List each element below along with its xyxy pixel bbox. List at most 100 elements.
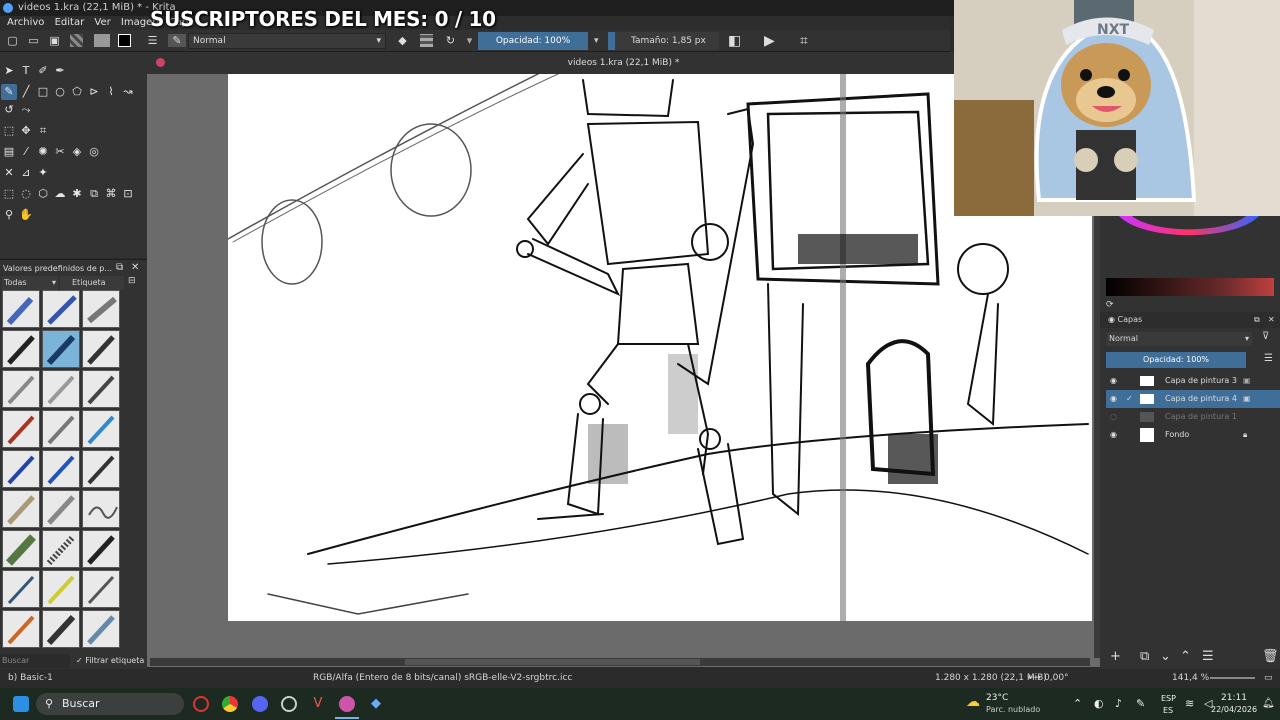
layer-row-hidden[interactable]: ○ Capa de pintura 1	[1106, 408, 1280, 426]
wrap-around-icon[interactable]: ⌗	[800, 33, 808, 49]
brush-preset-charcoal[interactable]	[42, 490, 80, 528]
brush-preset-basic-selected[interactable]	[42, 330, 80, 368]
weather-desc[interactable]: Parc. nublado	[986, 705, 1040, 714]
chrome-icon[interactable]	[222, 696, 238, 712]
eye-icon[interactable]: ◉	[1110, 426, 1117, 444]
multibrush-tool-icon[interactable]: ⤳	[18, 102, 34, 118]
eye-closed-icon[interactable]: ○	[1110, 408, 1117, 426]
size-slider-fill[interactable]	[608, 32, 615, 50]
freehand-brush-tool-icon[interactable]: ✎	[1, 84, 17, 100]
bezier-select-tool-icon[interactable]: ⌘	[103, 186, 119, 202]
hamburger-menu-icon[interactable]: ☰	[146, 34, 159, 47]
polygon-tool-icon[interactable]: ⬠	[69, 84, 85, 100]
move-layer-up-icon[interactable]: ⌃	[1180, 648, 1191, 666]
magnetic-select-tool-icon[interactable]: ⊡	[120, 186, 136, 202]
menu-ver[interactable]: Ver	[94, 17, 110, 28]
brush-preset-ink-black[interactable]	[2, 330, 40, 368]
color-shade-strip[interactable]	[1106, 278, 1274, 296]
brush-preset-marker-red[interactable]	[2, 410, 40, 448]
brush-preset-dark-marker[interactable]	[82, 530, 120, 568]
language-bottom[interactable]: ES	[1163, 706, 1173, 715]
brush-preset-hatch[interactable]	[42, 530, 80, 568]
brush-preset-squiggle[interactable]	[82, 490, 120, 528]
polyline-tool-icon[interactable]: ⊳	[86, 84, 102, 100]
brush-preset-bristle[interactable]	[42, 610, 80, 648]
add-layer-icon[interactable]: +	[1110, 648, 1121, 666]
scrollbar-thumb[interactable]	[405, 659, 700, 665]
brush-preset-pastel[interactable]	[2, 490, 40, 528]
pattern-icon[interactable]	[94, 34, 110, 47]
save-icon[interactable]: ▣	[48, 34, 61, 47]
move-layer-down-icon[interactable]: ⌄	[1160, 648, 1171, 666]
brush-preset-pen-blue-2[interactable]	[2, 450, 40, 488]
wifi-icon[interactable]: ≋	[1185, 697, 1194, 710]
layer-properties-icon[interactable]: ☰	[1202, 648, 1214, 666]
smart-patch-tool-icon[interactable]: ✂	[52, 144, 68, 160]
duplicate-layer-icon[interactable]: ⧉	[1140, 648, 1149, 666]
delete-layer-icon[interactable]: 🗑︎	[1262, 648, 1279, 666]
rect-select-tool-icon[interactable]: ⬚	[1, 186, 17, 202]
open-file-icon[interactable]: ▭	[27, 34, 40, 47]
current-brush-status[interactable]: b) Basic-1	[8, 669, 53, 687]
reload-preset-icon[interactable]: ↻	[444, 34, 457, 47]
mirror-horizontal-icon[interactable]: ◧	[728, 33, 741, 49]
eye-icon[interactable]: ◉	[1110, 390, 1117, 408]
similar-select-tool-icon[interactable]: ⧉	[86, 186, 102, 202]
opacity-chevron-icon[interactable]: ▾	[594, 36, 599, 46]
menu-archivo[interactable]: Archivo	[7, 17, 44, 28]
layer-row-background[interactable]: ◉ Fondo 🔒︎	[1106, 426, 1280, 444]
close-docker-icon[interactable]: ✕	[131, 262, 139, 273]
brush-preset-fineliner[interactable]	[2, 570, 40, 608]
zoom-status[interactable]: 141,4 %	[1172, 669, 1209, 687]
lock-icon[interactable]: 🔒︎	[1243, 426, 1247, 444]
obs-icon[interactable]	[281, 696, 297, 712]
bezier-tool-icon[interactable]: ⌇	[103, 84, 119, 100]
polygon-select-tool-icon[interactable]: ⬡	[35, 186, 51, 202]
rectangle-tool-icon[interactable]: □	[35, 84, 51, 100]
layer-opacity-slider[interactable]: Opacidad: 100%	[1106, 352, 1246, 368]
brush-preset-yellow[interactable]	[42, 570, 80, 608]
windows-start-icon[interactable]	[13, 696, 29, 712]
preset-menu-chevron-icon[interactable]: ▾	[463, 34, 476, 47]
discord-icon[interactable]	[252, 696, 268, 712]
fit-view-icon[interactable]: ▭	[1264, 669, 1273, 687]
tag-dropdown[interactable]: Etiqueta	[60, 276, 124, 290]
horizontal-scrollbar[interactable]	[150, 658, 1090, 666]
ellipse-tool-icon[interactable]: ○	[52, 84, 68, 100]
close-docker-icon[interactable]: ✕	[1268, 312, 1275, 328]
ellipse-select-tool-icon[interactable]: ◌	[18, 186, 34, 202]
layer-row[interactable]: ◉ Capa de pintura 3 ▣	[1106, 372, 1280, 390]
lock-icon[interactable]: ▣	[1243, 390, 1251, 408]
color-wheel[interactable]	[1114, 216, 1264, 256]
contiguous-select-tool-icon[interactable]: ✱	[69, 186, 85, 202]
gradient-tool-icon[interactable]: ▤	[1, 144, 17, 160]
brush-preset-technical-pen[interactable]	[82, 570, 120, 608]
move-tool-icon[interactable]: ✥	[18, 123, 34, 139]
eraser-icon[interactable]: ◆	[396, 34, 409, 47]
preset-filter-dropdown[interactable]: Todas ▾	[2, 276, 58, 290]
gradient-icon[interactable]	[70, 34, 83, 47]
zoom-tool-icon[interactable]: ⚲	[1, 207, 17, 223]
calligraphy-tool-icon[interactable]: ✒	[52, 63, 68, 79]
brush-preset-pen-blue-3[interactable]	[42, 450, 80, 488]
layer-blend-mode-dropdown[interactable]: Normal ▾	[1106, 332, 1252, 346]
brush-preset-orange[interactable]	[2, 610, 40, 648]
brush-preset-pen-dark[interactable]	[82, 450, 120, 488]
filter-tag-checkbox[interactable]: ✓ Filtrar etiqueta	[76, 654, 144, 668]
clock-time[interactable]: 21:11	[1221, 693, 1247, 703]
pan-tool-icon[interactable]: ✋	[18, 207, 34, 223]
chevron-up-icon[interactable]: ⌃	[1073, 697, 1082, 710]
eye-icon[interactable]: ◉	[1110, 372, 1117, 390]
tray-icon[interactable]: ◐	[1094, 697, 1104, 710]
color-picker-tool-icon[interactable]: ⁄	[18, 144, 34, 160]
blend-mode-dropdown[interactable]: Normal ▾	[188, 33, 386, 49]
size-slider[interactable]: Tamaño: 1,85 px	[615, 32, 719, 50]
new-file-icon[interactable]: ▢	[6, 34, 19, 47]
lock-icon[interactable]: ▣	[1243, 372, 1251, 390]
brush-preset-airbrush[interactable]	[82, 290, 120, 328]
color-swatch-icon[interactable]	[118, 34, 131, 47]
notifications-icon[interactable]: 🔔︎	[1262, 698, 1275, 709]
app-diamond-icon[interactable]: ◆	[368, 696, 384, 712]
layer-filter-icon[interactable]: ⊽	[1262, 331, 1269, 342]
pen-icon[interactable]: ✎	[1136, 697, 1145, 710]
